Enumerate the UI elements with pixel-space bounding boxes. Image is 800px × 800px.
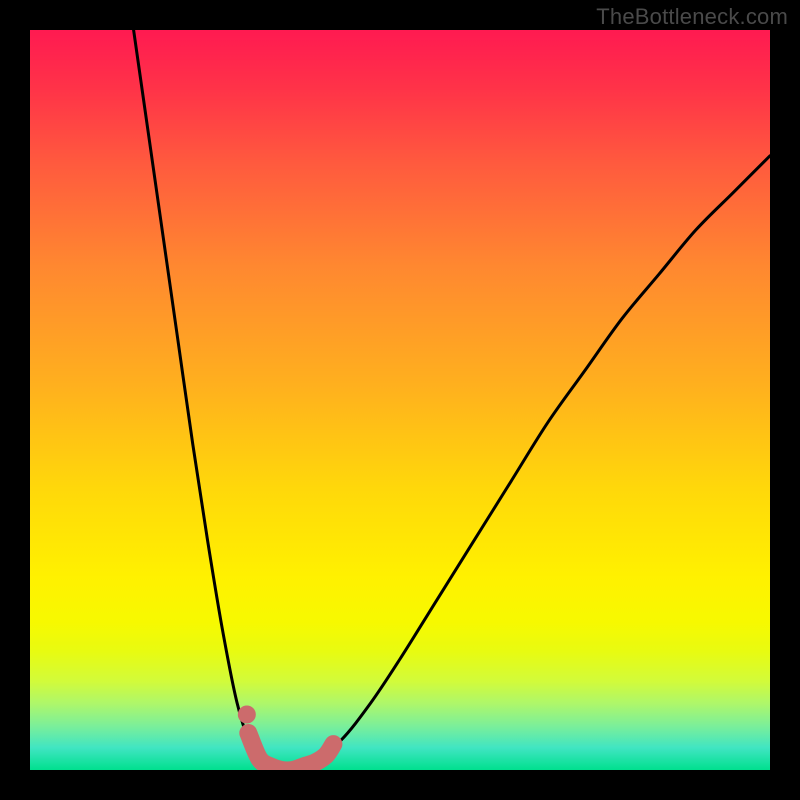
trough-dot	[238, 706, 256, 724]
trough-markers	[238, 706, 334, 771]
plot-area	[30, 30, 770, 770]
watermark-text: TheBottleneck.com	[596, 4, 788, 30]
curve-layer	[30, 30, 770, 770]
trough-highlight	[248, 733, 333, 770]
bottleneck-curve	[134, 30, 770, 770]
chart-frame: TheBottleneck.com	[0, 0, 800, 800]
bottleneck-curve-path	[134, 30, 770, 770]
